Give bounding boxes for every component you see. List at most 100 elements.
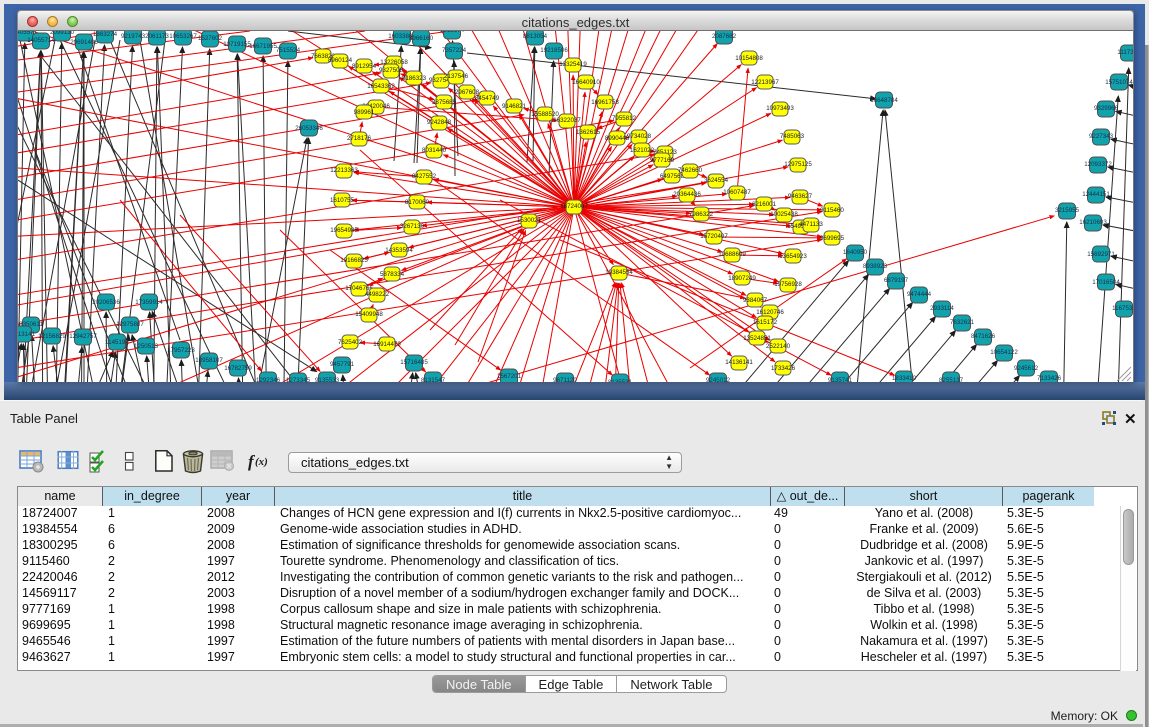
svg-text:8990443: 8990443 [605,135,630,142]
svg-text:1292346: 1292346 [256,377,281,382]
svg-text:18724007: 18724007 [560,203,588,210]
svg-text:8471626: 8471626 [971,333,996,340]
svg-text:9227343: 9227343 [1089,133,1114,140]
svg-text:9457791: 9457791 [330,361,355,368]
svg-text:8912954: 8912954 [352,63,377,70]
svg-text:3875685: 3875685 [432,99,457,106]
svg-text:17957223: 17957223 [167,347,195,354]
svg-text:7357224: 7357224 [442,47,467,54]
svg-text:10154808: 10154808 [735,55,763,62]
svg-text:1863274: 1863274 [93,31,118,38]
svg-text:1567201: 1567201 [497,373,522,380]
svg-text:8135531: 8135531 [608,379,633,382]
svg-text:19756928: 19756928 [774,281,802,288]
svg-text:1621022: 1621022 [630,147,655,154]
svg-text:17016504: 17016504 [1092,279,1120,286]
svg-text:8131547: 8131547 [421,377,446,382]
svg-text:10688609: 10688609 [718,251,746,258]
svg-text:12444151: 12444151 [1082,191,1110,198]
svg-text:7986322: 7986322 [689,211,714,218]
svg-text:989961: 989961 [354,109,375,116]
svg-text:2933114: 2933114 [930,305,954,312]
svg-text:3624554: 3624554 [704,177,729,184]
svg-text:2137546: 2137546 [444,73,469,80]
svg-text:10607487: 10607487 [723,189,751,196]
svg-text:15692971: 15692971 [1087,251,1115,258]
svg-text:26053346: 26053346 [295,125,323,132]
svg-text:15751074: 15751074 [1105,79,1133,86]
svg-text:9699695: 9699695 [820,235,845,242]
svg-text:9474444: 9474444 [907,291,932,298]
svg-text:1145194: 1145194 [105,339,129,346]
svg-text:4498222: 4498222 [365,291,390,298]
svg-text:16322037: 16322037 [553,117,581,124]
svg-text:7133426: 7133426 [1037,375,1062,382]
svg-text:7515524: 7515524 [276,47,301,54]
svg-text:13524851: 13524851 [743,335,771,342]
svg-text:12213363: 12213363 [330,167,358,174]
svg-text:8255137: 8255137 [939,377,964,382]
svg-text:16782759: 16782759 [224,365,252,372]
svg-text:16210693: 16210693 [1079,219,1107,226]
svg-text:6497568: 6497568 [660,173,685,180]
svg-text:1615172: 1615172 [753,319,778,326]
svg-text:(x): (x) [255,456,268,468]
svg-text:17359914: 17359914 [135,299,163,306]
svg-text:13325419: 13325419 [559,61,587,68]
svg-text:1273345: 1273345 [286,377,311,382]
svg-text:19384554: 19384554 [605,269,633,276]
svg-text:1250513: 1250513 [134,343,159,350]
svg-text:9384067: 9384067 [743,297,768,304]
svg-text:9115460: 9115460 [820,207,844,214]
svg-text:2087682: 2087682 [712,33,737,40]
svg-text:20691406: 20691406 [70,39,98,46]
svg-text:15716485: 15716485 [400,359,428,366]
svg-text:3215955: 3215955 [1055,207,1080,214]
svg-text:16120746: 16120746 [756,309,784,316]
svg-text:16671955: 16671955 [249,43,277,50]
svg-text:3913141: 3913141 [18,331,36,338]
svg-text:8031440: 8031440 [422,147,447,154]
svg-text:9146821: 9146821 [502,103,527,110]
svg-text:2061173: 2061173 [145,33,169,40]
svg-text:12156829: 12156829 [38,333,66,340]
svg-text:10025438: 10025438 [770,211,798,218]
svg-text:9329966: 9329966 [1094,105,1119,112]
svg-text:8454749: 8454749 [475,95,500,102]
svg-text:6879197: 6879197 [884,277,909,284]
svg-text:9671120: 9671120 [553,377,577,382]
svg-text:1530021: 1530021 [517,217,542,224]
svg-text:5878334: 5878334 [380,271,405,278]
svg-text:16914479: 16914479 [373,341,401,348]
svg-text:8960124: 8960124 [328,57,353,64]
svg-text:9242848: 9242848 [427,119,452,126]
svg-text:12093372: 12093372 [1084,161,1112,168]
svg-text:8813054: 8813054 [523,33,548,40]
svg-text:12213967: 12213967 [751,79,779,86]
svg-text:9327508: 9327508 [379,67,404,74]
svg-text:16961758: 16961758 [591,99,619,106]
svg-text:16640910: 16640910 [572,79,600,86]
svg-text:9135533: 9135533 [315,377,340,382]
svg-text:1117331: 1117331 [1117,49,1134,56]
svg-text:9463627: 9463627 [788,193,813,200]
svg-text:19166825: 19166825 [340,257,368,264]
svg-text:12942757: 12942757 [69,333,97,340]
svg-text:19654985: 19654985 [330,227,358,234]
svg-text:14353594: 14353594 [385,247,413,254]
svg-text:1167533: 1167533 [1112,305,1134,312]
svg-text:19218506: 19218506 [540,47,568,54]
svg-text:8966160: 8966160 [409,35,434,42]
svg-text:15409948: 15409948 [355,311,383,318]
svg-text:6216001: 6216001 [752,201,777,208]
svg-text:2099130: 2099130 [50,31,75,36]
svg-text:1362615: 1362615 [576,129,601,136]
svg-text:8170060: 8170060 [405,199,430,206]
svg-text:2522140: 2522140 [766,343,791,350]
svg-text:1833410: 1833410 [892,375,917,382]
svg-text:16543362: 16543362 [367,83,395,90]
svg-text:10958107: 10958107 [195,357,223,364]
svg-text:10719155: 10719155 [223,41,251,48]
svg-text:12975887: 12975887 [116,321,144,328]
svg-text:12975125: 12975125 [784,161,812,168]
